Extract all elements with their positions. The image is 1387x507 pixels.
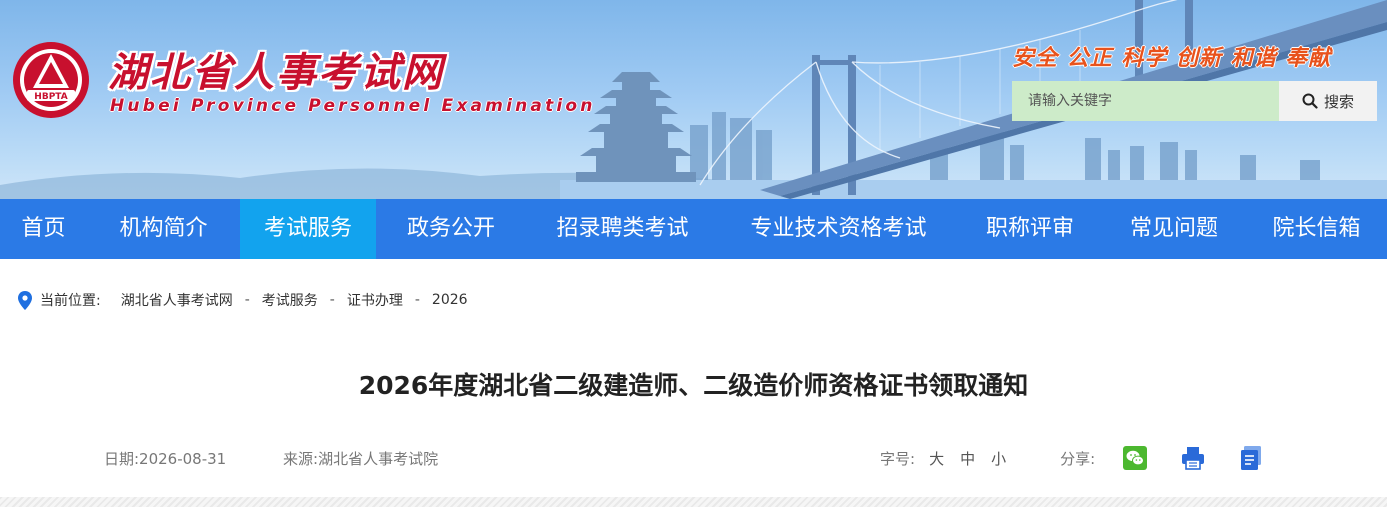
breadcrumb-separator: -: [329, 292, 335, 308]
svg-text:HBPTA: HBPTA: [34, 92, 67, 102]
print-icon[interactable]: [1181, 446, 1205, 470]
search-button[interactable]: 搜索: [1279, 81, 1377, 121]
breadcrumb-exam-services[interactable]: 考试服务: [262, 290, 318, 310]
nav-item-government-affairs[interactable]: 政务公开: [376, 199, 526, 259]
breadcrumb-separator: -: [414, 292, 420, 308]
nav-item-about[interactable]: 机构简介: [87, 199, 240, 259]
search-icon: [1302, 93, 1318, 109]
breadcrumb-label: 当前位置:: [40, 293, 101, 309]
search-button-label: 搜索: [1323, 92, 1354, 111]
font-size-large[interactable]: 大: [929, 448, 944, 469]
article-date: 日期:2026-08-31: [104, 450, 227, 468]
article-source: 来源:湖北省人事考试院: [283, 450, 439, 468]
breadcrumb-certificate[interactable]: 证书办理: [347, 290, 403, 310]
main-nav: 首页 机构简介 考试服务 政务公开 招录聘类考试 专业技术资格考试 职称评审 常…: [0, 199, 1387, 259]
nav-item-president-mailbox[interactable]: 院长信箱: [1246, 199, 1387, 259]
nav-item-title-review[interactable]: 职称评审: [958, 199, 1102, 259]
nav-item-home[interactable]: 首页: [0, 199, 87, 259]
wechat-icon[interactable]: [1123, 446, 1148, 470]
location-pin-icon: [18, 290, 32, 310]
section-divider: [0, 497, 1387, 507]
hbpta-logo: HBPTA: [13, 42, 89, 118]
search-input[interactable]: [1012, 81, 1279, 121]
site-title: 湖北省人事考试网: [108, 50, 444, 96]
font-size-label: 字号:: [880, 449, 916, 468]
site-title-english: Hubei Province Personnel Examination: [110, 96, 596, 116]
nav-item-recruitment-exams[interactable]: 招录聘类考试: [526, 199, 719, 259]
article-title: 2026年度湖北省二级建造师、二级造价师资格证书领取通知: [358, 371, 1029, 400]
breadcrumb-separator: -: [244, 292, 250, 308]
article-meta: 日期:2026-08-31 来源:湖北省人事考试院: [104, 448, 490, 469]
nav-item-faq[interactable]: 常见问题: [1102, 199, 1246, 259]
header-banner: HBPTA 湖北省人事考试网 Hubei Province Personnel …: [0, 0, 1387, 199]
font-size-medium[interactable]: 中: [960, 448, 975, 469]
breadcrumb-home[interactable]: 湖北省人事考试网: [121, 290, 233, 310]
breadcrumb-year[interactable]: 2026: [432, 292, 468, 308]
nav-item-exam-services[interactable]: 考试服务: [240, 199, 376, 259]
breadcrumb: 当前位置: 湖北省人事考试网 - 考试服务 - 证书办理 - 2026: [18, 289, 468, 311]
search-bar: 搜索: [1012, 81, 1377, 121]
font-size-small[interactable]: 小: [991, 448, 1006, 469]
document-icon[interactable]: [1239, 446, 1263, 470]
article-tools: 字号: 大 中 小 分享:: [880, 446, 1297, 470]
share-label: 分享:: [1060, 449, 1096, 468]
nav-item-professional-qualification[interactable]: 专业技术资格考试: [719, 199, 958, 259]
slogan: 安全 公正 科学 创新 和谐 奉献: [1012, 46, 1332, 71]
